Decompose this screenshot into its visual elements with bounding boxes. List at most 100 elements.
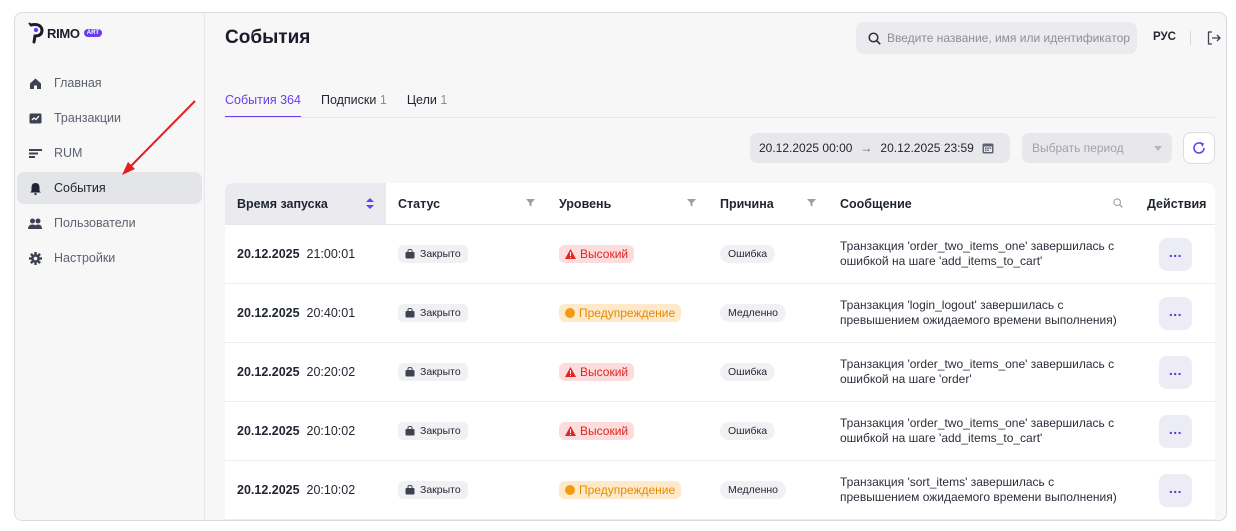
table-body: 20.12.2025 21:00:01 Закрыто Высокий Ошибка Т… xyxy=(225,225,1215,520)
table-row[interactable]: 20.12.2025 20:10:02 Закрыто Высокий Ошибка Т… xyxy=(225,402,1215,461)
status-cell: Закрыто xyxy=(386,304,547,322)
status-cell: Закрыто xyxy=(386,363,547,381)
level-badge: Высокий xyxy=(559,422,635,440)
filter-icon[interactable] xyxy=(807,198,816,207)
column-message[interactable]: Сообщение xyxy=(828,183,1135,224)
more-actions-button[interactable]: ... xyxy=(1159,237,1192,271)
start-time: 20.12.2025 20:10:02 xyxy=(237,424,356,438)
status-badge: Закрыто xyxy=(398,245,468,263)
sidebar-item-users[interactable]: Пользователи xyxy=(17,207,202,239)
level-cell: Высокий xyxy=(547,245,708,263)
level-cell: Высокий xyxy=(547,422,708,440)
logo-mark-icon xyxy=(28,22,44,44)
actions-cell: ... xyxy=(1135,355,1215,389)
reason-badge: Медленно xyxy=(720,481,787,499)
lock-icon xyxy=(405,308,415,318)
more-icon: ... xyxy=(1168,479,1183,496)
chevron-down-icon xyxy=(1154,145,1162,151)
column-level[interactable]: Уровень xyxy=(547,183,708,224)
refresh-icon xyxy=(1193,142,1205,154)
page-title: События xyxy=(225,27,311,48)
column-start-time[interactable]: Время запуска xyxy=(225,183,386,224)
message-text: Транзакция 'order_two_items_one' заверши… xyxy=(840,239,1115,268)
more-icon: ... xyxy=(1168,361,1183,378)
table-row[interactable]: 20.12.2025 20:20:02 Закрыто Высокий Ошибка Т… xyxy=(225,343,1215,402)
date-to: 20.12.2025 23:59 xyxy=(880,141,974,155)
more-icon: ... xyxy=(1168,243,1183,260)
actions-cell: ... xyxy=(1135,237,1215,271)
search-box[interactable] xyxy=(856,22,1137,54)
table-row[interactable]: 20.12.2025 21:00:01 Закрыто Высокий Ошибка Т… xyxy=(225,225,1215,284)
search-icon[interactable] xyxy=(1113,198,1123,208)
header-divider xyxy=(1190,31,1191,45)
level-badge: Предупреждение xyxy=(559,481,682,499)
period-select[interactable]: Выбрать период xyxy=(1022,133,1172,163)
level-cell: Предупреждение xyxy=(547,481,708,499)
tabs: События 364 Подписки 1 Цели 1 xyxy=(225,93,447,118)
events-table: Время запуска Статус Уровень Причина Соо… xyxy=(225,183,1215,520)
filter-icon[interactable] xyxy=(687,198,696,207)
message-cell: Транзакция 'sort_items' завершилась с пр… xyxy=(828,475,1135,505)
more-actions-button[interactable]: ... xyxy=(1159,414,1192,448)
level-badge: Высокий xyxy=(559,363,635,381)
level-cell: Предупреждение xyxy=(547,304,708,322)
message-text: Транзакция 'order_two_items_one' заверши… xyxy=(840,357,1115,386)
app-window: RIMO ART Главная Транзакции RUM События … xyxy=(14,12,1227,521)
more-actions-button[interactable]: ... xyxy=(1159,473,1192,507)
lock-icon xyxy=(405,367,415,377)
reason-cell: Ошибка xyxy=(708,363,828,381)
rum-icon xyxy=(28,146,42,160)
table-row[interactable]: 20.12.2025 20:10:02 Закрыто Предупреждение… xyxy=(225,461,1215,520)
date-from: 20.12.2025 00:00 xyxy=(759,141,853,155)
column-reason[interactable]: Причина xyxy=(708,183,828,224)
actions-cell: ... xyxy=(1135,296,1215,330)
message-cell: Транзакция 'order_two_items_one' заверши… xyxy=(828,357,1135,387)
sidebar-nav: Главная Транзакции RUM События Пользоват… xyxy=(15,67,205,277)
level-cell: Высокий xyxy=(547,363,708,381)
lock-icon xyxy=(405,485,415,495)
column-status[interactable]: Статус xyxy=(386,183,547,224)
sidebar-item-label: Пользователи xyxy=(54,216,136,230)
start-time: 20.12.2025 20:10:02 xyxy=(237,483,356,497)
sidebar-item-transactions[interactable]: Транзакции xyxy=(17,102,202,134)
alert-triangle-icon xyxy=(565,367,576,377)
reason-badge: Ошибка xyxy=(720,422,776,440)
table-row[interactable]: 20.12.2025 20:40:01 Закрыто Предупреждение… xyxy=(225,284,1215,343)
calendar-icon xyxy=(982,143,994,154)
sidebar-item-home[interactable]: Главная xyxy=(17,67,202,99)
sidebar-item-label: Настройки xyxy=(54,251,116,265)
sidebar-item-events[interactable]: События xyxy=(17,172,202,204)
refresh-button[interactable] xyxy=(1183,132,1215,164)
sidebar-item-settings[interactable]: Настройки xyxy=(17,242,202,274)
reason-badge: Ошибка xyxy=(720,363,776,381)
lock-icon xyxy=(405,249,415,259)
tab-subscriptions[interactable]: Подписки 1 xyxy=(321,93,387,118)
status-cell: Закрыто xyxy=(386,245,547,263)
home-icon xyxy=(28,76,42,90)
level-badge: Предупреждение xyxy=(559,304,682,322)
more-actions-button[interactable]: ... xyxy=(1159,355,1192,389)
users-icon xyxy=(28,216,42,230)
date-range-picker[interactable]: 20.12.2025 00:00 → 20.12.2025 23:59 xyxy=(750,133,1010,163)
alert-triangle-icon xyxy=(565,426,576,436)
start-time: 20.12.2025 20:20:02 xyxy=(237,365,356,379)
sort-icon[interactable] xyxy=(366,198,374,209)
search-input[interactable] xyxy=(887,31,1132,45)
start-time: 20.12.2025 21:00:01 xyxy=(237,247,356,261)
warning-circle-icon xyxy=(565,485,575,495)
logo[interactable]: RIMO ART xyxy=(27,22,103,44)
tab-goals[interactable]: Цели 1 xyxy=(407,93,448,118)
message-text: Транзакция 'login_logout' завершилась с … xyxy=(840,298,1117,327)
reason-cell: Ошибка xyxy=(708,422,828,440)
actions-cell: ... xyxy=(1135,473,1215,507)
tabs-divider xyxy=(225,117,1215,118)
language-switch[interactable]: РУС xyxy=(1153,31,1176,43)
tab-events[interactable]: События 364 xyxy=(225,93,301,118)
reason-cell: Медленно xyxy=(708,304,828,322)
message-cell: Транзакция 'order_two_items_one' заверши… xyxy=(828,416,1135,446)
filter-icon[interactable] xyxy=(526,198,535,207)
sidebar-item-label: Транзакции xyxy=(54,111,122,125)
logout-icon[interactable] xyxy=(1206,30,1222,46)
sidebar-item-rum[interactable]: RUM xyxy=(17,137,202,169)
more-actions-button[interactable]: ... xyxy=(1159,296,1192,330)
